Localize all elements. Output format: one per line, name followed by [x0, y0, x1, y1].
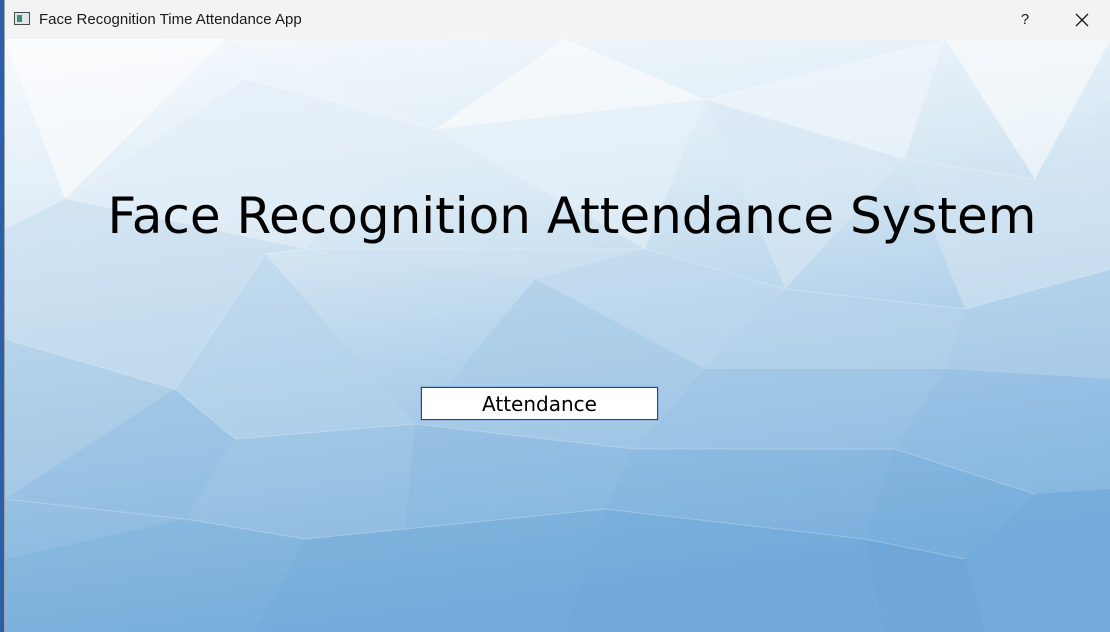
main-content: Face Recognition Attendance System Atten…	[5, 39, 1110, 632]
help-button[interactable]: ?	[1002, 0, 1048, 39]
close-button[interactable]	[1059, 0, 1105, 39]
app-window: Face Recognition Time Attendance App ? F…	[4, 0, 1110, 632]
app-window-icon	[14, 12, 30, 25]
window-title: Face Recognition Time Attendance App	[39, 11, 302, 28]
attendance-button[interactable]: Attendance	[420, 386, 659, 421]
low-poly-background	[5, 39, 1110, 632]
title-bar[interactable]: Face Recognition Time Attendance App ?	[5, 0, 1110, 39]
page-title: Face Recognition Attendance System	[107, 187, 1037, 245]
close-icon	[1075, 13, 1089, 26]
